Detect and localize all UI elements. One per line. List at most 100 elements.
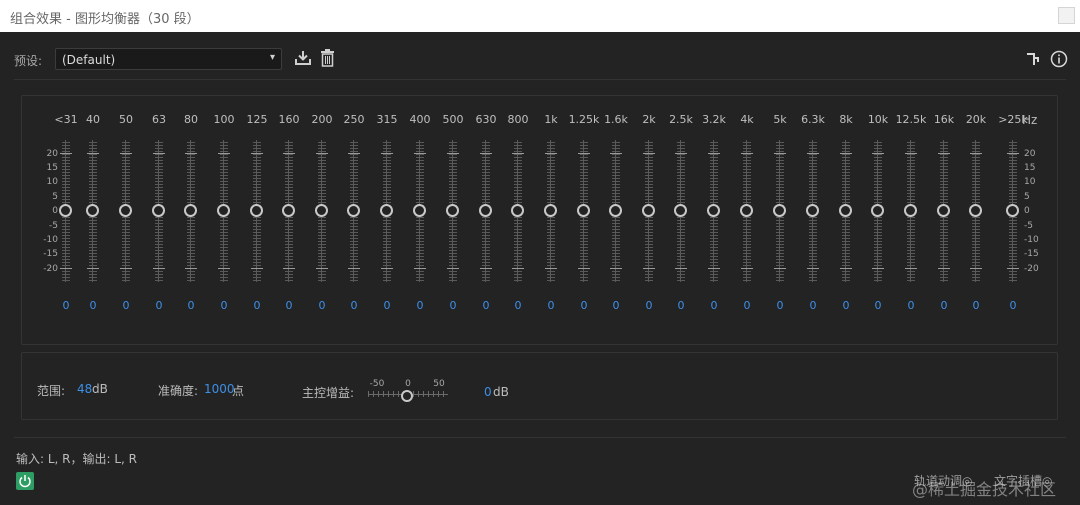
master-gain-value[interactable]: 0 xyxy=(484,385,492,399)
band-slider[interactable] xyxy=(609,140,623,282)
band-slider[interactable] xyxy=(674,140,688,282)
slider-knob[interactable] xyxy=(119,204,132,217)
band-slider[interactable] xyxy=(707,140,721,282)
slider-knob[interactable] xyxy=(969,204,982,217)
range-value[interactable]: 48 xyxy=(77,382,92,396)
slider-knob[interactable] xyxy=(59,204,72,217)
band-slider[interactable] xyxy=(315,140,329,282)
band-slider[interactable] xyxy=(969,140,983,282)
band-value[interactable]: 0 xyxy=(384,299,391,312)
band-slider[interactable] xyxy=(217,140,231,282)
routing-icon[interactable] xyxy=(1025,51,1041,66)
band-value[interactable]: 0 xyxy=(90,299,97,312)
band-value[interactable]: 0 xyxy=(843,299,850,312)
slider-knob[interactable] xyxy=(806,204,819,217)
band-slider[interactable] xyxy=(511,140,525,282)
band-value[interactable]: 0 xyxy=(973,299,980,312)
slider-knob[interactable] xyxy=(217,204,230,217)
slider-knob[interactable] xyxy=(642,204,655,217)
slider-knob[interactable] xyxy=(315,204,328,217)
band-slider[interactable] xyxy=(380,140,394,282)
band-slider[interactable] xyxy=(937,140,951,282)
band-slider[interactable] xyxy=(446,140,460,282)
slider-knob[interactable] xyxy=(609,204,622,217)
slider-knob[interactable] xyxy=(282,204,295,217)
band-value[interactable]: 0 xyxy=(777,299,784,312)
band-value[interactable]: 0 xyxy=(221,299,228,312)
band-value[interactable]: 0 xyxy=(646,299,653,312)
band-slider[interactable] xyxy=(250,140,264,282)
band-slider[interactable] xyxy=(871,140,885,282)
band-slider[interactable] xyxy=(1006,140,1020,282)
band-value[interactable]: 0 xyxy=(286,299,293,312)
band-slider[interactable] xyxy=(86,140,100,282)
slider-knob[interactable] xyxy=(511,204,524,217)
gain-knob[interactable] xyxy=(401,390,413,402)
slider-knob[interactable] xyxy=(152,204,165,217)
trash-icon[interactable] xyxy=(320,49,335,67)
slider-knob[interactable] xyxy=(740,204,753,217)
band-value[interactable]: 0 xyxy=(711,299,718,312)
master-gain-slider[interactable]: -50 0 50 xyxy=(368,379,450,403)
slider-knob[interactable] xyxy=(184,204,197,217)
band-value[interactable]: 0 xyxy=(581,299,588,312)
slider-knob[interactable] xyxy=(544,204,557,217)
accuracy-value[interactable]: 1000 xyxy=(204,382,235,396)
slider-knob[interactable] xyxy=(250,204,263,217)
band-value[interactable]: 0 xyxy=(417,299,424,312)
band-slider[interactable] xyxy=(904,140,918,282)
band-slider[interactable] xyxy=(59,140,73,282)
slider-knob[interactable] xyxy=(446,204,459,217)
band-slider[interactable] xyxy=(577,140,591,282)
band-value[interactable]: 0 xyxy=(63,299,70,312)
band-value[interactable]: 0 xyxy=(613,299,620,312)
band-value[interactable]: 0 xyxy=(875,299,882,312)
band-value[interactable]: 0 xyxy=(744,299,751,312)
band-value[interactable]: 0 xyxy=(156,299,163,312)
band-slider[interactable] xyxy=(773,140,787,282)
band-slider[interactable] xyxy=(479,140,493,282)
band-value[interactable]: 0 xyxy=(319,299,326,312)
band-value[interactable]: 0 xyxy=(450,299,457,312)
band-value[interactable]: 0 xyxy=(810,299,817,312)
slider-knob[interactable] xyxy=(937,204,950,217)
slider-knob[interactable] xyxy=(86,204,99,217)
band-slider[interactable] xyxy=(839,140,853,282)
band-slider[interactable] xyxy=(347,140,361,282)
slider-knob[interactable] xyxy=(577,204,590,217)
band-value[interactable]: 0 xyxy=(548,299,555,312)
download-icon[interactable] xyxy=(294,50,312,66)
band-value[interactable]: 0 xyxy=(483,299,490,312)
band-value[interactable]: 0 xyxy=(123,299,130,312)
band-slider[interactable] xyxy=(152,140,166,282)
preset-select[interactable]: (Default) ▾ xyxy=(55,48,282,70)
slider-knob[interactable] xyxy=(839,204,852,217)
slider-knob[interactable] xyxy=(479,204,492,217)
power-button[interactable] xyxy=(16,472,34,490)
band-slider[interactable] xyxy=(282,140,296,282)
slider-knob[interactable] xyxy=(904,204,917,217)
band-value[interactable]: 0 xyxy=(254,299,261,312)
band-slider[interactable] xyxy=(642,140,656,282)
slider-knob[interactable] xyxy=(773,204,786,217)
band-value[interactable]: 0 xyxy=(188,299,195,312)
slider-knob[interactable] xyxy=(380,204,393,217)
slider-knob[interactable] xyxy=(674,204,687,217)
slider-knob[interactable] xyxy=(413,204,426,217)
band-slider[interactable] xyxy=(806,140,820,282)
slider-knob[interactable] xyxy=(1006,204,1019,217)
band-value[interactable]: 0 xyxy=(941,299,948,312)
band-value[interactable]: 0 xyxy=(515,299,522,312)
band-value[interactable]: 0 xyxy=(678,299,685,312)
slider-knob[interactable] xyxy=(871,204,884,217)
band-slider[interactable] xyxy=(184,140,198,282)
band-value[interactable]: 0 xyxy=(908,299,915,312)
band-slider[interactable] xyxy=(740,140,754,282)
band-slider[interactable] xyxy=(413,140,427,282)
band-value[interactable]: 0 xyxy=(351,299,358,312)
band-slider[interactable] xyxy=(544,140,558,282)
band-slider[interactable] xyxy=(119,140,133,282)
slider-knob[interactable] xyxy=(347,204,360,217)
info-icon[interactable] xyxy=(1050,50,1068,68)
window-control-button[interactable] xyxy=(1058,7,1075,24)
